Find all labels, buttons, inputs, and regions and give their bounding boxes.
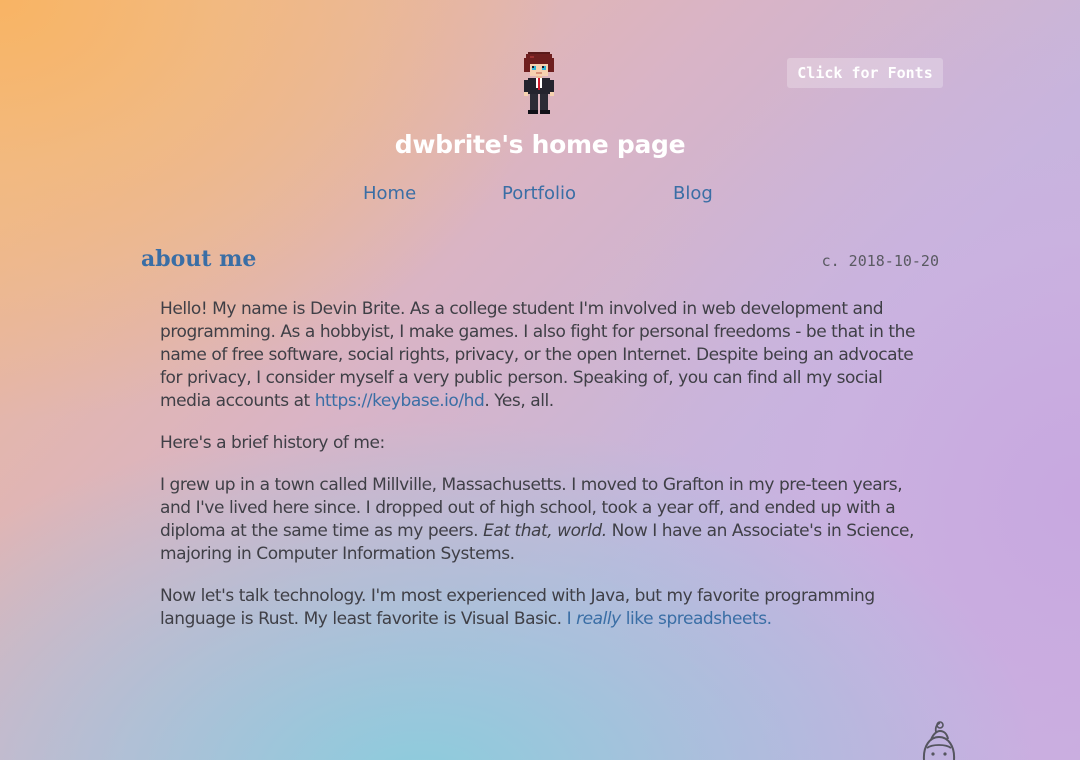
emphasis-text: Eat that, world. <box>483 521 607 541</box>
site-title: dwbrite's home page <box>394 130 686 159</box>
nav-portfolio-link[interactable]: Portfolio <box>502 183 576 204</box>
intro-paragraph: Hello! My name is Devin Brite. As a coll… <box>160 299 915 411</box>
post-heading: about me <box>141 246 257 272</box>
post-body: Hello! My name is Devin Brite. As a coll… <box>160 298 925 650</box>
history-intro-paragraph: Here's a brief history of me: <box>160 433 385 453</box>
keybase-link[interactable]: https://keybase.io/hd <box>315 391 485 411</box>
spreadsheets-link[interactable]: I really like spreadsheets. <box>567 609 772 629</box>
post-date: c. 2018-10-20 <box>821 252 939 270</box>
technology-paragraph: Now let's talk technology. I'm most expe… <box>160 586 875 629</box>
font-toggle-button[interactable]: Click for Fonts <box>787 58 943 88</box>
nav-blog-link[interactable]: Blog <box>673 183 713 204</box>
history-paragraph: I grew up in a town called Millville, Ma… <box>160 475 915 564</box>
nav-home-link[interactable]: Home <box>363 183 416 204</box>
pixel-avatar-icon <box>524 52 554 114</box>
cartoon-character-icon[interactable] <box>918 720 960 760</box>
